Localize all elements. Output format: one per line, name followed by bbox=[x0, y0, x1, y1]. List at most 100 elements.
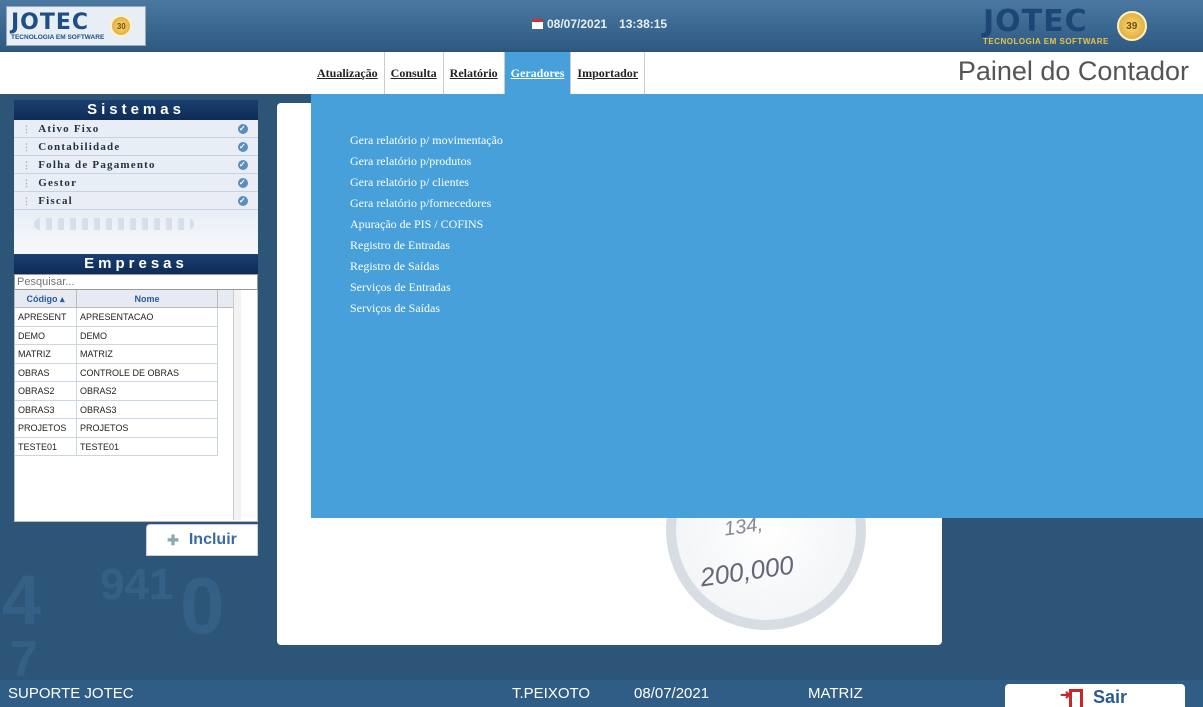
table-header: Código ▴ Nome bbox=[15, 290, 233, 308]
sistema-label: Contabilidade bbox=[38, 140, 121, 153]
table-row[interactable]: MATRIZ MATRIZ bbox=[15, 345, 218, 364]
sair-label: Sair bbox=[1092, 686, 1128, 707]
jotec-logo: JOTEC TECNOLOGIA EM SOFTWARE 30 bbox=[6, 6, 146, 46]
logo-word-right: JOTEC bbox=[983, 3, 1088, 39]
cell-codigo: PROJETOS bbox=[15, 419, 77, 437]
top-bar: JOTEC TECNOLOGIA EM SOFTWARE 30 08/07/20… bbox=[0, 0, 1203, 50]
cell-codigo: DEMO bbox=[15, 326, 77, 344]
table-row[interactable]: OBRAS2 OBRAS2 bbox=[15, 382, 218, 401]
dropdown-item-registro-saidas[interactable]: Registro de Saídas bbox=[311, 256, 1203, 277]
background-number: 0 bbox=[180, 561, 225, 650]
check-icon: ✓ bbox=[238, 160, 248, 170]
decorative-wave bbox=[14, 210, 258, 254]
check-icon: ✓ bbox=[238, 142, 248, 152]
empresas-search-input[interactable] bbox=[14, 274, 258, 290]
menu-relatorio[interactable]: Relatório bbox=[444, 52, 505, 94]
empresas-header: Empresas bbox=[14, 254, 258, 274]
footer-date: 08/07/2021 bbox=[634, 685, 710, 702]
table-row[interactable]: TESTE01 TESTE01 bbox=[15, 437, 218, 456]
cell-nome: APRESENTACAO bbox=[77, 308, 218, 326]
cell-nome: TESTE01 bbox=[77, 437, 218, 455]
dropdown-item-servicos-entradas[interactable]: Serviços de Entradas bbox=[311, 277, 1203, 298]
cell-nome: PROJETOS bbox=[77, 419, 218, 437]
dropdown-item-servicos-saidas[interactable]: Serviços de Saídas bbox=[311, 298, 1203, 319]
table-row[interactable]: OBRAS CONTROLE DE OBRAS bbox=[15, 363, 218, 382]
check-icon: ✓ bbox=[238, 178, 248, 188]
cell-nome: CONTROLE DE OBRAS bbox=[77, 363, 218, 381]
cell-codigo: OBRAS3 bbox=[15, 400, 77, 418]
column-header-codigo[interactable]: Código ▴ bbox=[15, 290, 77, 307]
grip-icon: ⋮ bbox=[22, 159, 33, 170]
cell-codigo: APRESENT bbox=[15, 308, 77, 326]
logo-subtitle: TECNOLOGIA EM SOFTWARE bbox=[11, 33, 105, 41]
left-panel: Sistemas ⋮ Ativo Fixo ✓ ⋮ Contabilidade … bbox=[14, 100, 258, 522]
dropdown-item-registro-entradas[interactable]: Registro de Entradas bbox=[311, 235, 1203, 256]
sort-asc-icon: ▴ bbox=[59, 294, 65, 304]
anniversary-badge-right: 39 bbox=[1116, 11, 1147, 41]
check-icon: ✓ bbox=[238, 196, 248, 206]
table-row[interactable]: PROJETOS PROJETOS bbox=[15, 419, 218, 438]
logo-subtitle-right: TECNOLOGIA EM SOFTWARE bbox=[983, 36, 1109, 46]
sistema-label: Gestor bbox=[38, 176, 78, 189]
cell-codigo: OBRAS bbox=[15, 363, 77, 381]
sistemas-header: Sistemas bbox=[14, 100, 258, 120]
jotec-logo-right: JOTEC TECNOLOGIA EM SOFTWARE 39 bbox=[983, 6, 1179, 46]
sair-button[interactable]: Sair bbox=[1005, 684, 1185, 707]
incluir-label: Incluir bbox=[188, 531, 237, 548]
table-row[interactable]: OBRAS3 OBRAS3 bbox=[15, 400, 218, 419]
grip-icon: ⋮ bbox=[22, 123, 33, 134]
header-time: 13:38:15 bbox=[619, 17, 668, 31]
cell-codigo: OBRAS2 bbox=[15, 382, 77, 400]
sistema-fiscal[interactable]: ⋮ Fiscal ✓ bbox=[14, 192, 258, 210]
empresas-table: Código ▴ Nome APRESENT APRESENTACAO DEMO D… bbox=[14, 290, 258, 522]
footer-company: MATRIZ bbox=[808, 685, 863, 702]
sistema-contabilidade[interactable]: ⋮ Contabilidade ✓ bbox=[14, 138, 258, 156]
dropdown-item-gera-clientes[interactable]: Gera relatório p/ clientes bbox=[311, 172, 1203, 193]
anniversary-badge: 30 bbox=[110, 15, 133, 37]
grip-icon: ⋮ bbox=[22, 141, 33, 152]
dropdown-item-apuracao-pis-cofins[interactable]: Apuração de PIS / COFINS bbox=[311, 214, 1203, 235]
footer-support: SUPORTE JOTEC bbox=[8, 685, 134, 702]
sistema-label: Ativo Fixo bbox=[38, 122, 100, 135]
table-row[interactable]: DEMO DEMO bbox=[15, 326, 218, 345]
plus-icon: ✚ bbox=[167, 531, 179, 548]
incluir-area: ✚ Incluir bbox=[14, 524, 258, 556]
dropdown-item-gera-fornecedores[interactable]: Gera relatório p/fornecedores bbox=[311, 193, 1203, 214]
sistema-gestor[interactable]: ⋮ Gestor ✓ bbox=[14, 174, 258, 192]
table-scrollbar[interactable] bbox=[233, 290, 241, 520]
menu-consulta[interactable]: Consulta bbox=[385, 52, 444, 94]
sistema-label: Fiscal bbox=[38, 194, 73, 207]
footer-user: T.PEIXOTO bbox=[512, 685, 591, 702]
sistema-folha-de-pagamento[interactable]: ⋮ Folha de Pagamento ✓ bbox=[14, 156, 258, 174]
exit-icon bbox=[1060, 687, 1083, 707]
sistema-ativo-fixo[interactable]: ⋮ Ativo Fixo ✓ bbox=[14, 120, 258, 138]
logo-word: JOTEC bbox=[11, 9, 90, 35]
dropdown-item-gera-produtos[interactable]: Gera relatório p/produtos bbox=[311, 151, 1203, 172]
sistemas-list: ⋮ Ativo Fixo ✓ ⋮ Contabilidade ✓ ⋮ Folha… bbox=[14, 120, 258, 210]
calendar-icon bbox=[532, 19, 543, 29]
dropdown-item-gera-movimentacao[interactable]: Gera relatório p/ movimentação bbox=[311, 130, 1203, 151]
grip-icon: ⋮ bbox=[22, 195, 33, 206]
column-header-nome[interactable]: Nome bbox=[77, 290, 218, 307]
incluir-button[interactable]: ✚ Incluir bbox=[146, 524, 258, 556]
page-title: Painel do Contador bbox=[957, 56, 1189, 86]
cell-codigo: TESTE01 bbox=[15, 437, 77, 455]
geradores-dropdown: Gera relatório p/ movimentação Gera rela… bbox=[311, 94, 1203, 518]
header-date: 08/07/2021 bbox=[547, 17, 608, 31]
cell-nome: OBRAS2 bbox=[77, 382, 218, 400]
grip-icon: ⋮ bbox=[22, 177, 33, 188]
main-menu: Atualização Consulta Relatório Geradores… bbox=[311, 52, 646, 94]
menu-atualizacao[interactable]: Atualização bbox=[311, 52, 385, 94]
table-row[interactable]: APRESENT APRESENTACAO bbox=[15, 308, 218, 327]
cell-codigo: MATRIZ bbox=[15, 345, 77, 363]
cell-nome: OBRAS3 bbox=[77, 400, 218, 418]
cell-nome: DEMO bbox=[77, 326, 218, 344]
datetime-display: 08/07/2021 13:38:15 bbox=[532, 17, 667, 31]
background-number: 941 bbox=[100, 560, 174, 609]
menu-importador[interactable]: Importador bbox=[571, 52, 646, 94]
cell-nome: MATRIZ bbox=[77, 345, 218, 363]
sistema-label: Folha de Pagamento bbox=[38, 158, 156, 171]
menu-geradores[interactable]: Geradores bbox=[504, 52, 572, 94]
background-number: 4 bbox=[2, 561, 41, 639]
check-icon: ✓ bbox=[238, 124, 248, 134]
